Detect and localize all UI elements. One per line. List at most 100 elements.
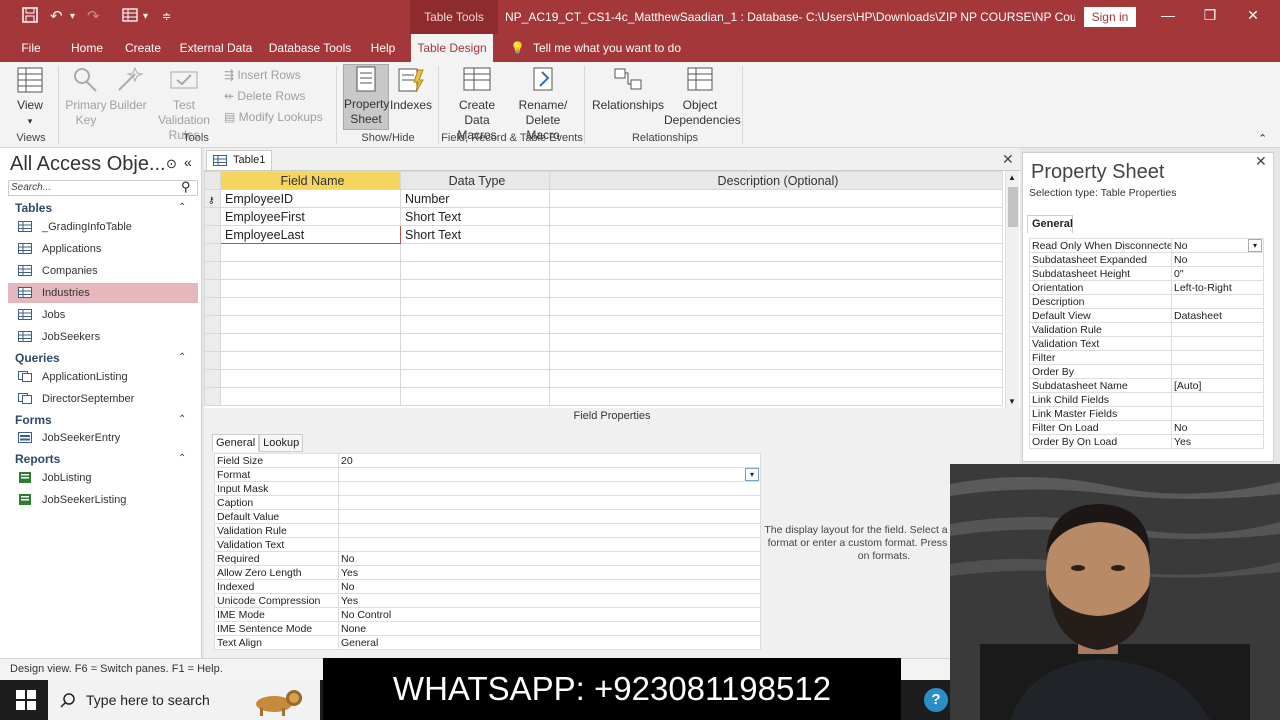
property-row[interactable]: Description (1029, 294, 1264, 309)
search-icon[interactable]: ⚲ (181, 179, 191, 195)
minimize-button[interactable]: — (1158, 7, 1178, 23)
property-value[interactable]: No (338, 579, 761, 594)
nav-table-gradinginfotable[interactable]: _GradingInfoTable (8, 217, 198, 237)
property-value[interactable] (338, 481, 761, 496)
nav-table-industries[interactable]: Industries (8, 283, 198, 303)
row-selector[interactable] (204, 261, 221, 280)
nav-report-jobseekerlisting[interactable]: JobSeekerListing (8, 490, 198, 510)
property-row[interactable]: Field Size 20 (214, 453, 761, 468)
data-type-cell[interactable] (400, 297, 550, 316)
nav-table-jobseekers[interactable]: JobSeekers (8, 327, 198, 347)
property-value[interactable] (1171, 406, 1264, 421)
dropdown-arrow-icon[interactable]: ▾ (745, 468, 759, 481)
property-row[interactable]: Orientation Left-to-Right (1029, 280, 1264, 295)
builder-button[interactable]: Builder (108, 66, 148, 113)
description-cell[interactable] (549, 207, 1003, 226)
row-selector[interactable] (204, 387, 221, 406)
property-row[interactable]: Subdatasheet Height 0" (1029, 266, 1264, 281)
property-row[interactable]: Filter On Load No (1029, 420, 1264, 435)
row-selector-header[interactable] (204, 171, 221, 190)
property-value[interactable] (338, 509, 761, 524)
tell-me-box[interactable]: 💡 Tell me what you want to do (510, 41, 681, 55)
description-cell[interactable] (549, 315, 1003, 334)
property-value[interactable]: No ▾ (1171, 238, 1264, 253)
tab-general[interactable]: General (212, 434, 260, 452)
row-selector[interactable] (204, 243, 221, 262)
nav-form-jobseekerentry[interactable]: JobSeekerEntry (8, 428, 198, 448)
save-icon[interactable] (22, 7, 38, 27)
property-row[interactable]: Order By On Load Yes (1029, 434, 1264, 449)
modify-lookups-button[interactable]: ▤ Modify Lookups (224, 110, 323, 124)
get-help-icon[interactable]: ? (924, 688, 948, 712)
field-name-cell[interactable] (220, 243, 401, 262)
property-value[interactable] (1171, 294, 1264, 309)
property-value[interactable] (338, 523, 761, 538)
property-value[interactable] (1171, 336, 1264, 351)
property-row[interactable]: Validation Rule (214, 523, 761, 538)
shutter-bar-icon[interactable]: « (184, 154, 192, 170)
property-row[interactable]: Input Mask (214, 481, 761, 496)
sign-in-button[interactable]: Sign in (1084, 7, 1136, 27)
data-type-cell[interactable] (400, 315, 550, 334)
tab-database-tools[interactable]: Database Tools (266, 34, 354, 62)
field-name-cell[interactable] (220, 261, 401, 280)
nav-report-joblisting[interactable]: JobListing (8, 468, 198, 488)
property-row[interactable]: Text Align General (214, 635, 761, 650)
row-selector[interactable] (204, 297, 221, 316)
description-cell[interactable] (549, 279, 1003, 298)
description-cell[interactable] (549, 189, 1003, 208)
field-name-cell[interactable]: EmployeeFirst (220, 207, 401, 226)
close-property-sheet-icon[interactable]: ✕ (1255, 153, 1267, 170)
collapse-forms-icon[interactable]: ⌃ (178, 414, 186, 425)
nav-query-directorseptember[interactable]: DirectorSeptember (8, 389, 198, 409)
property-value[interactable] (1171, 322, 1264, 337)
scrollbar-thumb[interactable] (1008, 187, 1018, 227)
property-value[interactable]: 20 (338, 453, 761, 468)
property-row[interactable]: Link Master Fields (1029, 406, 1264, 421)
description-cell[interactable] (549, 369, 1003, 388)
nav-section-forms[interactable]: Forms (15, 413, 52, 427)
property-value[interactable] (338, 537, 761, 552)
description-cell[interactable] (549, 225, 1003, 244)
property-value[interactable]: Yes (1171, 434, 1264, 449)
property-row[interactable]: IME Sentence Mode None (214, 621, 761, 636)
nav-pane-title[interactable]: All Access Obje... (10, 153, 166, 176)
row-selector-current[interactable] (204, 225, 221, 244)
property-value[interactable] (1171, 392, 1264, 407)
redo-icon[interactable]: ↷ (87, 7, 100, 25)
property-row[interactable]: Allow Zero Length Yes (214, 565, 761, 580)
dropdown-arrow-icon[interactable]: ▾ (1248, 239, 1262, 252)
nav-table-applications[interactable]: Applications (8, 239, 198, 259)
object-dependencies-button[interactable]: Object Dependencies (664, 66, 741, 128)
property-row[interactable]: Default View Datasheet (1029, 308, 1264, 323)
property-row[interactable]: Validation Text (1029, 336, 1264, 351)
property-value[interactable]: 0" (1171, 266, 1264, 281)
property-value[interactable] (338, 495, 761, 510)
collapse-reports-icon[interactable]: ⌃ (178, 453, 186, 464)
undo-icon[interactable]: ↶ (50, 7, 63, 25)
field-name-cell[interactable] (220, 333, 401, 352)
tab-home[interactable]: Home (64, 34, 110, 62)
data-type-cell[interactable] (400, 369, 550, 388)
field-name-cell[interactable]: EmployeeID (220, 189, 401, 208)
scroll-up-icon[interactable]: ▲ (1008, 173, 1016, 182)
view-dropdown-icon[interactable]: ▾ (143, 11, 148, 22)
property-row[interactable]: Unicode Compression Yes (214, 593, 761, 608)
property-row[interactable]: Validation Rule (1029, 322, 1264, 337)
data-type-cell[interactable]: Short Text (400, 225, 550, 244)
view-button[interactable]: View ▾ (10, 66, 50, 129)
close-button[interactable]: ✕ (1243, 7, 1263, 24)
row-selector[interactable]: ⚷ (204, 189, 221, 208)
property-sheet-button[interactable]: Property Sheet (343, 64, 389, 130)
nav-section-tables[interactable]: Tables (15, 201, 52, 215)
nav-section-queries[interactable]: Queries (15, 351, 60, 365)
property-value[interactable]: No (338, 551, 761, 566)
property-value[interactable]: Datasheet (1171, 308, 1264, 323)
property-row[interactable]: Subdatasheet Expanded No (1029, 252, 1264, 267)
property-row[interactable]: Order By (1029, 364, 1264, 379)
tab-file[interactable]: File (12, 34, 50, 62)
indexes-button[interactable]: Indexes (390, 66, 432, 113)
property-row[interactable]: Format ▾ (214, 467, 761, 482)
field-name-cell[interactable] (220, 351, 401, 370)
property-row[interactable]: Filter (1029, 350, 1264, 365)
